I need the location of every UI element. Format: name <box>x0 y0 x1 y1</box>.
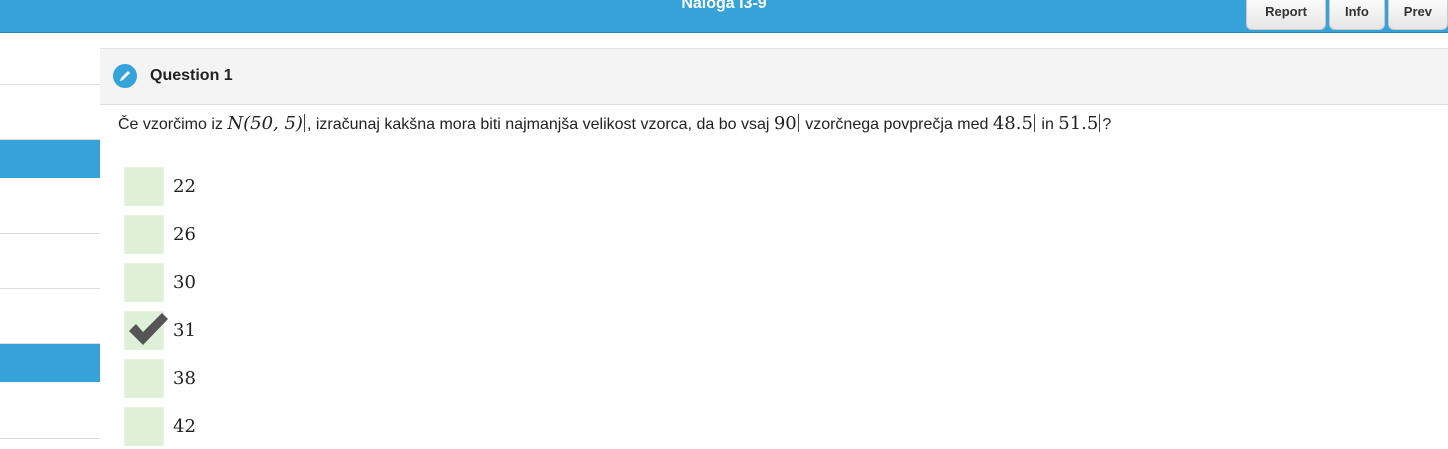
answer-checkbox[interactable] <box>124 215 164 254</box>
sidebar-item[interactable] <box>0 85 100 140</box>
main-content: Question 1 Če vzorčimo iz N(50, 5), izra… <box>100 33 1448 446</box>
question-text-part: in <box>1036 116 1059 133</box>
report-button[interactable]: Report <box>1246 0 1326 30</box>
answer-checkbox[interactable] <box>124 263 164 302</box>
math-expression: N(50, 5) <box>227 113 303 134</box>
sidebar <box>0 33 100 442</box>
top-bar: Naloga I3-9 Report Info Prev <box>0 0 1448 33</box>
answer-checkbox[interactable] <box>124 167 164 206</box>
checkmark-icon <box>129 313 168 345</box>
text-cursor <box>1099 114 1101 132</box>
question-text-part: ? <box>1102 116 1112 133</box>
sidebar-item-active[interactable] <box>0 140 100 178</box>
answer-option[interactable]: 22 <box>124 167 324 209</box>
question-text-part: , izračunaj kakšna mora biti najmanjša v… <box>306 116 774 133</box>
text-cursor <box>797 114 799 132</box>
sidebar-item[interactable] <box>0 33 100 85</box>
answer-checkbox[interactable] <box>124 407 164 446</box>
sidebar-item[interactable] <box>0 289 100 344</box>
answer-label: 26 <box>173 224 196 245</box>
question-header: Question 1 <box>100 49 1448 105</box>
question-text-part: vzorčnega povprečja med <box>800 116 993 133</box>
sidebar-item-active[interactable] <box>0 344 100 382</box>
answer-label: 31 <box>173 320 196 341</box>
answer-label: 22 <box>173 176 196 197</box>
answer-option[interactable]: 42 <box>124 407 324 449</box>
sidebar-item[interactable] <box>0 382 100 439</box>
pencil-icon <box>113 64 137 88</box>
sidebar-item[interactable] <box>0 234 100 289</box>
question-text-part: Če vzorčimo iz <box>118 116 228 133</box>
page-title: Naloga I3-9 <box>681 0 767 12</box>
answer-option-selected[interactable]: 31 <box>124 311 324 353</box>
text-cursor <box>303 114 305 132</box>
top-button-group: Report Info Prev <box>1243 0 1448 30</box>
info-button[interactable]: Info <box>1328 0 1385 30</box>
question-title: Question 1 <box>150 67 233 84</box>
answer-option[interactable]: 26 <box>124 215 324 257</box>
prev-button[interactable]: Prev <box>1387 0 1448 30</box>
question-text: Če vzorčimo iz N(50, 5), izračunaj kakšn… <box>118 113 1111 134</box>
text-cursor <box>1033 114 1035 132</box>
answer-label: 30 <box>173 272 196 293</box>
sidebar-item[interactable] <box>0 178 100 234</box>
math-expression: 48.5 <box>992 113 1033 134</box>
answer-label: 42 <box>173 416 196 437</box>
math-expression: 90 <box>773 113 797 134</box>
math-expression: 51.5 <box>1058 113 1099 134</box>
answer-option[interactable]: 30 <box>124 263 324 305</box>
answer-label: 38 <box>173 368 196 389</box>
answer-checkbox[interactable] <box>124 359 164 398</box>
answer-option[interactable]: 38 <box>124 359 324 401</box>
